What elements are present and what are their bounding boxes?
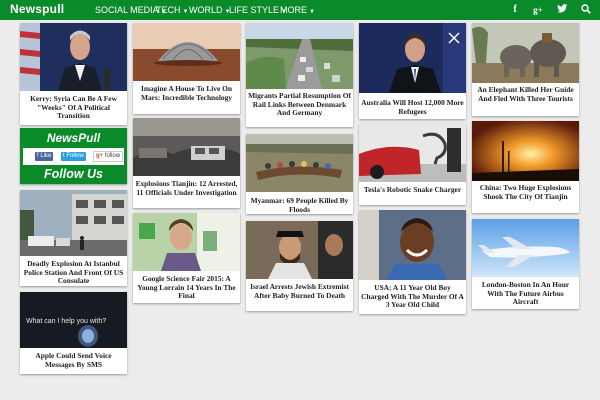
article-thumbnail	[472, 23, 579, 83]
article-title: An Elephant Killed Her Guide And Fled Wi…	[477, 85, 574, 103]
article-card[interactable]: An Elephant Killed Her Guide And Fled Wi…	[472, 23, 579, 116]
search-icon[interactable]	[580, 4, 592, 16]
article-title: Explosions Tianjin: 12 Arrested, 11 Offi…	[135, 179, 238, 197]
follow-widget: NewsPull f Like t Follow g+ follow Follo…	[20, 128, 127, 184]
like-label: Like	[40, 153, 52, 159]
article-card[interactable]: Tesla's Robotic Snake Charger	[359, 124, 466, 205]
twitter-follow-button[interactable]: t Follow	[61, 152, 86, 161]
article-card[interactable]: London-Boston In An Hour With The Future…	[472, 219, 579, 309]
follow-us-heading: Follow Us	[43, 167, 104, 181]
nav-tech[interactable]: TECH ▼	[156, 5, 188, 15]
gplus-label: follow	[104, 153, 121, 159]
article-card[interactable]: Imagine A House To Live On Mars: Incredi…	[133, 23, 240, 114]
article-thumbnail	[133, 118, 240, 176]
facebook-icon[interactable]: f	[509, 4, 521, 16]
article-card[interactable]: Australia Will Host 12,000 More Refugees	[359, 23, 466, 119]
chevron-down-icon: ▼	[182, 9, 189, 15]
google-plus-icon[interactable]: g+	[532, 4, 544, 16]
article-thumbnail	[359, 210, 466, 280]
article-thumbnail	[20, 23, 127, 91]
article-card[interactable]: China: Two Huge Explosions Shook The Cit…	[472, 121, 579, 213]
article-title: Israel Arrests Jewish Extremist After Ba…	[250, 282, 349, 300]
nav-world[interactable]: WORLD ▼	[189, 5, 230, 15]
widget-title: NewsPull	[46, 131, 101, 145]
article-title: China: Two Huge Explosions Shook The Cit…	[479, 183, 572, 201]
article-card[interactable]: Explosions Tianjin: 12 Arrested, 11 Offi…	[133, 118, 240, 208]
article-thumbnail	[246, 134, 353, 192]
article-title: Kerry: Syria Can Be A Few "Weeks" Of A P…	[30, 94, 117, 121]
nav-label: TECH	[156, 5, 181, 15]
follow-label: Follow	[66, 153, 84, 159]
siri-prompt-text: What can I help you with?	[26, 318, 107, 325]
article-card[interactable]: Kerry: Syria Can Be A Few "Weeks" Of A P…	[20, 23, 127, 125]
article-title: London-Boston In An Hour With The Future…	[481, 280, 570, 307]
google-plus-icon: g+	[96, 153, 105, 159]
article-title: Google Science Fair 2015: A Young Lorrai…	[137, 274, 236, 301]
article-thumbnail	[133, 213, 240, 271]
social-buttons: f Like t Follow g+ follow	[23, 148, 124, 165]
article-card[interactable]: Deadly Explosion At Istanbul Police Stat…	[20, 190, 127, 286]
facebook-like-button[interactable]: f Like	[35, 152, 54, 161]
article-card[interactable]: Google Science Fair 2015: A Young Lorrai…	[133, 213, 240, 303]
article-thumbnail	[246, 221, 353, 279]
article-title: Apple Could Send Voice Messages By SMS	[35, 351, 112, 369]
nav-more[interactable]: MORE ▼	[280, 5, 315, 15]
article-thumbnail	[359, 124, 466, 182]
article-title: Tesla's Robotic Snake Charger	[363, 185, 462, 194]
article-title: Myanmar: 69 People Killed By Floods	[250, 196, 349, 214]
article-thumbnail	[246, 23, 353, 89]
nav-label: WORLD	[189, 5, 223, 15]
article-card[interactable]: Myanmar: 69 People Killed By Floods	[246, 134, 353, 214]
article-card[interactable]: USA: A 11 Year Old Boy Charged With The …	[359, 210, 466, 314]
google-follow-button[interactable]: g+ follow	[93, 151, 124, 162]
article-thumbnail	[472, 219, 579, 277]
article-title: Imagine A House To Live On Mars: Incredi…	[140, 84, 233, 102]
article-title: Deadly Explosion At Istanbul Police Stat…	[23, 259, 124, 286]
site-logo[interactable]: Newspull	[10, 2, 64, 16]
article-card[interactable]: Migrants Partial Resumption Of Rail Link…	[246, 23, 353, 127]
article-thumbnail	[133, 23, 240, 81]
article-title: Australia Will Host 12,000 More Refugees	[361, 98, 464, 116]
article-thumbnail	[20, 190, 127, 256]
article-title: USA: A 11 Year Old Boy Charged With The …	[361, 283, 464, 310]
nav-label: SOCIAL MEDIA	[95, 5, 159, 15]
article-title: Migrants Partial Resumption Of Rail Link…	[248, 91, 351, 118]
article-card[interactable]: Israel Arrests Jewish Extremist After Ba…	[246, 221, 353, 311]
nav-life-style[interactable]: LIFE STYLE ▼	[229, 5, 287, 15]
twitter-icon[interactable]	[556, 4, 568, 16]
nav-label: LIFE STYLE	[229, 5, 280, 15]
chevron-down-icon: ▼	[309, 9, 315, 15]
article-card[interactable]: What can I help you with? Apple Could Se…	[20, 292, 127, 374]
article-thumbnail	[472, 121, 579, 181]
top-navigation-bar: Newspull SOCIAL MEDIA ▼ TECH ▼ WORLD ▼ LIFE…	[0, 0, 600, 20]
article-thumbnail	[359, 23, 466, 93]
nav-label: MORE	[280, 5, 307, 15]
